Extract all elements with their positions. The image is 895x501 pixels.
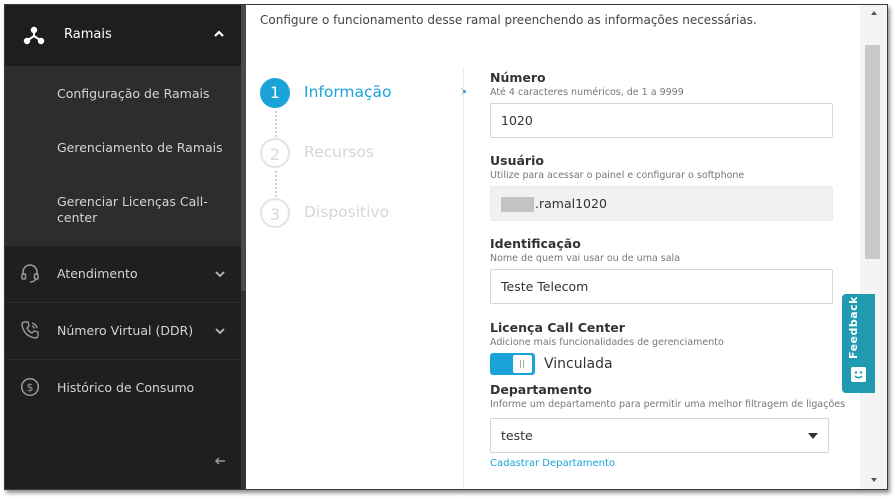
page-scrollbar[interactable]	[860, 5, 887, 489]
feedback-tab[interactable]: Feedback	[842, 294, 875, 393]
app-window: Ramais Configuração de Ramais Gerenciame…	[4, 4, 888, 490]
chevron-up-icon	[214, 30, 224, 37]
phone-icon	[21, 321, 39, 339]
chevron-down-icon	[215, 271, 225, 278]
identificacao-value: Teste Telecom	[501, 279, 589, 294]
feedback-label: Feedback	[847, 296, 860, 359]
chevron-down-icon	[215, 328, 225, 335]
licenca-label: Licença Call Center	[490, 320, 625, 335]
sidebar-subitem-gerenciamento[interactable]: Gerenciamento de Ramais	[5, 121, 246, 176]
numero-help: Até 4 caracteres numéricos, de 1 a 9999	[490, 87, 684, 98]
step-label: Informação	[304, 83, 392, 101]
step-pointer-icon	[460, 88, 466, 95]
scroll-up-icon[interactable]	[871, 11, 877, 15]
sidebar-item-label: Histórico de Consumo	[57, 380, 195, 395]
sidebar-footer	[5, 416, 246, 489]
sidebar-subitem-label: Gerenciar Licenças Call-center	[57, 194, 208, 225]
numero-label: Número	[490, 70, 546, 85]
sidebar-item-numero-virtual[interactable]: Número Virtual (DDR)	[5, 303, 246, 360]
steps-divider	[463, 67, 464, 489]
dollar-circle-icon: $	[20, 377, 40, 397]
step-label: Dispositivo	[304, 203, 390, 221]
sidebar-item-historico[interactable]: $ Histórico de Consumo	[5, 360, 246, 417]
sidebar-subitem-licencas[interactable]: Gerenciar Licenças Call-center	[5, 175, 246, 247]
step-number: 2	[260, 138, 290, 168]
main-content: Configure o funcionamento desse ramal pr…	[246, 5, 868, 489]
departamento-label: Departamento	[490, 382, 592, 397]
sidebar-item-ramais[interactable]: Ramais	[5, 5, 246, 66]
licenca-toggle[interactable]	[490, 353, 535, 375]
usuario-label: Usuário	[490, 153, 544, 168]
step-connector	[275, 171, 277, 197]
sidebar: Ramais Configuração de Ramais Gerenciame…	[5, 5, 246, 489]
departamento-select[interactable]: teste	[490, 418, 829, 453]
redacted-block	[501, 197, 534, 212]
network-nodes-icon	[23, 26, 45, 45]
sidebar-subitem-label: Gerenciamento de Ramais	[57, 140, 223, 155]
svg-text:$: $	[27, 381, 34, 394]
step-number: 3	[260, 198, 290, 228]
sidebar-item-label: Ramais	[64, 27, 112, 42]
cadastrar-departamento-link[interactable]: Cadastrar Departamento	[490, 458, 615, 469]
licenca-help: Adicione mais funcionalidades de gerenci…	[490, 337, 724, 348]
departamento-help: Informe um departamento para permitir um…	[490, 399, 846, 410]
sidebar-item-label: Atendimento	[57, 266, 138, 281]
sidebar-subitem-label: Configuração de Ramais	[57, 86, 210, 101]
step-number: 1	[260, 78, 290, 108]
sidebar-subitem-configuracao[interactable]: Configuração de Ramais	[5, 66, 246, 122]
licenca-toggle-label: Vinculada	[544, 356, 613, 372]
caret-down-icon	[808, 433, 818, 439]
step-label: Recursos	[304, 143, 374, 161]
headset-icon	[21, 264, 39, 283]
smiley-icon	[851, 367, 866, 382]
usuario-input: .ramal1020	[490, 186, 833, 221]
sidebar-item-atendimento[interactable]: Atendimento	[5, 246, 246, 303]
usuario-help: Utilize para acessar o painel e configur…	[490, 170, 745, 181]
usuario-value: .ramal1020	[535, 196, 607, 211]
scroll-thumb[interactable]	[865, 45, 880, 259]
toggle-knob	[513, 355, 532, 373]
scroll-down-icon[interactable]	[871, 478, 877, 482]
departamento-value: teste	[501, 428, 533, 443]
page-intro: Configure o funcionamento desse ramal pr…	[260, 13, 757, 27]
numero-value: 1020	[501, 113, 533, 128]
arrow-left-icon[interactable]	[214, 456, 226, 466]
sidebar-item-label: Número Virtual (DDR)	[57, 323, 194, 338]
identificacao-label: Identificação	[490, 236, 581, 251]
identificacao-help: Nome de quem vai usar ou de uma sala	[490, 253, 681, 264]
numero-input[interactable]: 1020	[490, 103, 833, 138]
identificacao-input[interactable]: Teste Telecom	[490, 269, 833, 304]
step-connector	[275, 111, 277, 137]
